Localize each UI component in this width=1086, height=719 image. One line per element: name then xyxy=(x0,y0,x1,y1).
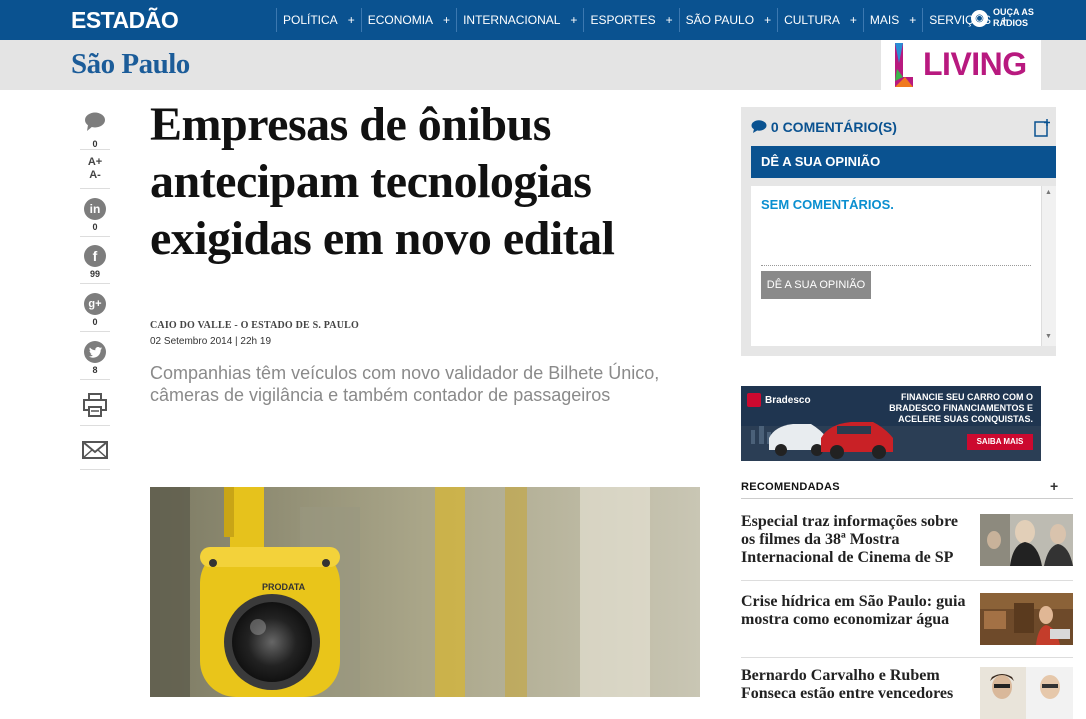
twitter-count: 8 xyxy=(92,365,98,375)
nav-label[interactable]: MAIS xyxy=(864,13,905,27)
recommended-header: RECOMENDADAS xyxy=(741,481,840,493)
facebook-share-button[interactable]: f 99 xyxy=(80,245,110,279)
font-size-controls: A+ A- xyxy=(80,156,110,182)
nav-expand-icon[interactable]: + xyxy=(760,13,777,27)
twitter-share-button[interactable]: 8 xyxy=(80,341,110,375)
scroll-up-arrow-icon[interactable]: ▲ xyxy=(1045,189,1052,196)
radio-waves-icon: ◉ xyxy=(971,9,988,27)
comments-share-button[interactable]: 0 xyxy=(80,112,110,149)
nav-expand-icon[interactable]: + xyxy=(566,13,583,27)
radio-label: OUÇA AS RÁDIOS xyxy=(993,7,1034,28)
nav-expand-icon[interactable]: + xyxy=(905,13,922,27)
new-comment-icon[interactable] xyxy=(1034,119,1050,137)
comments-divider xyxy=(761,265,1031,266)
nav-expand-icon[interactable]: + xyxy=(846,13,863,27)
recommended-item-title[interactable]: Bernardo Carvalho e Rubem Fonseca estão … xyxy=(741,667,966,703)
nav-item-sao-paulo[interactable]: SÃO PAULO + xyxy=(678,0,777,40)
water-crisis-photo xyxy=(980,593,1073,645)
bradesco-logo-icon xyxy=(747,393,761,407)
ad-copy: FINANCIE SEU CARRO COM O BRADESCO FINANC… xyxy=(889,392,1033,424)
nav-item-mais[interactable]: MAIS + xyxy=(862,0,922,40)
nav-expand-icon[interactable]: + xyxy=(439,13,456,27)
comment-bubble-icon xyxy=(751,120,767,133)
comments-header[interactable]: 0 COMENTÁRIO(S) xyxy=(751,119,897,135)
film-festival-photo xyxy=(980,514,1073,566)
article-date: 02 Setembro 2014 | 22h 19 xyxy=(150,336,272,347)
article-headline: Empresas de ônibus antecipam tecnologias… xyxy=(150,98,615,265)
recommended-divider xyxy=(741,498,1073,499)
recommended-expand-icon[interactable]: + xyxy=(1050,478,1058,494)
linkedin-share-button[interactable]: in 0 xyxy=(80,198,110,232)
printer-icon xyxy=(83,393,107,417)
give-opinion-button[interactable]: DÊ A SUA OPINIÃO xyxy=(761,271,871,299)
recommended-item-thumbnail[interactable] xyxy=(980,514,1073,566)
print-button[interactable] xyxy=(80,392,110,423)
linkedin-icon: in xyxy=(84,198,106,220)
googleplus-count: 0 xyxy=(92,317,98,327)
comment-bubble-icon xyxy=(85,112,105,131)
nav-label[interactable]: ESPORTES xyxy=(584,13,661,27)
recommended-item-title[interactable]: Especial traz informações sobre os filme… xyxy=(741,513,966,567)
no-comments-text: SEM COMENTÁRIOS. xyxy=(761,197,894,212)
linkedin-count: 0 xyxy=(92,222,98,232)
nav-label[interactable]: POLÍTICA xyxy=(277,13,344,27)
googleplus-icon: g+ xyxy=(84,293,106,315)
nav-item-politica[interactable]: POLÍTICA + xyxy=(276,0,361,40)
facebook-icon: f xyxy=(84,245,106,267)
nav-label[interactable]: SÃO PAULO xyxy=(680,13,760,27)
nav-label[interactable]: CULTURA xyxy=(778,13,846,27)
camera-brand-text: PRODATA xyxy=(262,582,306,592)
nav-expand-icon[interactable]: + xyxy=(662,13,679,27)
comments-scrollbar[interactable] xyxy=(1041,186,1056,346)
living-mark-icon xyxy=(895,43,913,87)
give-opinion-bar[interactable]: DÊ A SUA OPINIÃO xyxy=(751,146,1056,178)
recommended-divider xyxy=(741,657,1073,658)
recommended-item-thumbnail[interactable] xyxy=(980,667,1073,719)
nav-label[interactable]: ECONOMIA xyxy=(362,13,439,27)
radio-link[interactable]: ◉ OUÇA AS RÁDIOS xyxy=(971,7,1034,29)
ad-brand-name: Bradesco xyxy=(765,394,811,406)
nav-item-internacional[interactable]: INTERNACIONAL + xyxy=(456,0,583,40)
comments-count-label: 0 COMENTÁRIO(S) xyxy=(770,119,897,135)
scroll-down-arrow-icon[interactable]: ▼ xyxy=(1045,333,1052,340)
article-subtitle: Companhias têm veículos com novo validad… xyxy=(150,363,660,405)
authors-photo xyxy=(980,667,1073,719)
living-sponsor-logo[interactable]: LIVING xyxy=(881,40,1041,90)
nav-label[interactable]: INTERNACIONAL xyxy=(457,13,566,27)
nav-item-esportes[interactable]: ESPORTES + xyxy=(583,0,678,40)
googleplus-share-button[interactable]: g+ 0 xyxy=(80,293,110,327)
bradesco-ad-banner[interactable]: Bradesco FINANCIE SEU CARRO COM O BRADES… xyxy=(741,386,1041,461)
twitter-bird-icon xyxy=(84,341,106,363)
ad-cta-button[interactable]: SAIBA MAIS xyxy=(967,434,1033,450)
section-title[interactable]: São Paulo xyxy=(71,48,190,81)
main-nav: POLÍTICA + ECONOMIA + INTERNACIONAL + ES… xyxy=(276,0,1014,40)
article-photo[interactable]: PRODATA xyxy=(150,487,700,697)
site-logo[interactable]: ESTADÃO xyxy=(71,7,179,34)
article-byline: CAIO DO VALLE - O ESTADO DE S. PAULO xyxy=(150,320,359,331)
recommended-divider xyxy=(741,580,1073,581)
nav-item-economia[interactable]: ECONOMIA + xyxy=(360,0,456,40)
ad-brand: Bradesco xyxy=(747,393,811,407)
comments-count: 0 xyxy=(92,139,98,149)
living-sponsor-text: LIVING xyxy=(923,46,1027,82)
font-decrease-button[interactable]: A- xyxy=(80,169,110,182)
font-increase-button[interactable]: A+ xyxy=(80,156,110,169)
recommended-item-thumbnail[interactable] xyxy=(980,593,1073,645)
bus-camera-photo: PRODATA xyxy=(150,487,700,697)
nav-item-cultura[interactable]: CULTURA + xyxy=(777,0,863,40)
nav-expand-icon[interactable]: + xyxy=(344,13,361,27)
facebook-count: 99 xyxy=(89,269,100,279)
email-share-button[interactable] xyxy=(80,440,110,465)
envelope-icon xyxy=(82,441,108,459)
recommended-item-title[interactable]: Crise hídrica em São Paulo: guia mostra … xyxy=(741,593,966,629)
